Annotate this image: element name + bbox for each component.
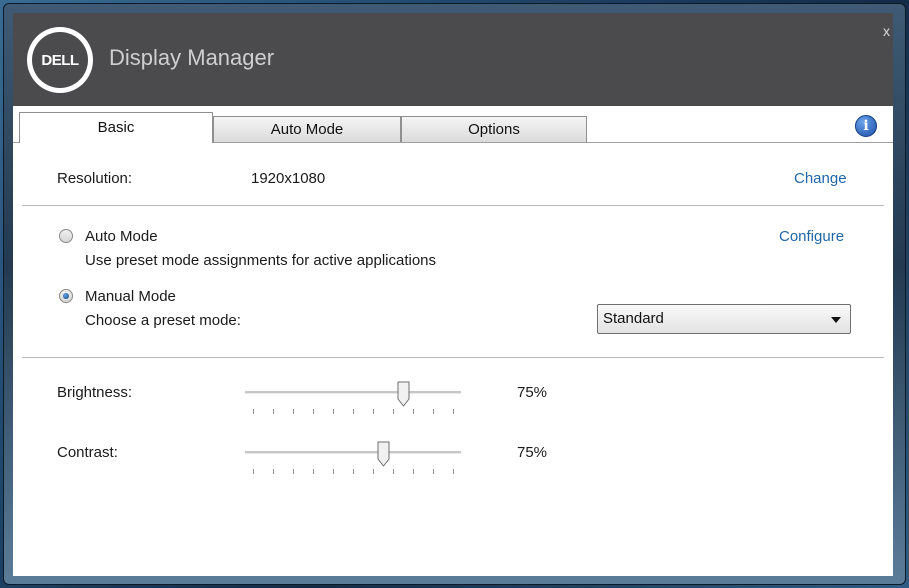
main-panel: Basic Auto Mode Options i Resolution: 19… <box>13 106 893 576</box>
slider-tick <box>413 409 414 414</box>
slider-tick <box>253 409 254 414</box>
dell-logo: DELL <box>27 27 93 93</box>
manual-mode-label[interactable]: Manual Mode <box>85 288 176 305</box>
slider-tick <box>393 409 394 414</box>
info-icon[interactable]: i <box>855 115 877 137</box>
slider-tick <box>433 469 434 474</box>
slider-track <box>245 391 461 394</box>
configure-link[interactable]: Configure <box>779 228 844 245</box>
slider-thumb[interactable] <box>397 381 410 407</box>
slider-tick <box>293 469 294 474</box>
manual-mode-radio[interactable] <box>59 289 73 303</box>
preset-mode-value: Standard <box>603 310 664 327</box>
slider-tick <box>313 469 314 474</box>
contrast-label: Contrast: <box>57 444 118 461</box>
contrast-value: 75% <box>517 444 548 461</box>
contrast-slider[interactable] <box>245 441 461 481</box>
slider-tick <box>273 469 274 474</box>
slider-tick <box>453 469 454 474</box>
tab-auto-mode[interactable]: Auto Mode <box>213 116 401 142</box>
auto-mode-radio[interactable] <box>59 229 73 243</box>
slider-track <box>245 451 461 454</box>
app-window: DELL Display Manager x Basic Auto Mode O… <box>3 3 906 585</box>
brightness-value: 75% <box>517 384 548 401</box>
resolution-value: 1920x1080 <box>251 170 326 187</box>
auto-mode-label[interactable]: Auto Mode <box>85 228 158 245</box>
auto-mode-description: Use preset mode assignments for active a… <box>85 252 437 269</box>
slider-tick <box>333 469 334 474</box>
slider-ticks <box>245 469 461 475</box>
separator <box>22 357 884 358</box>
slider-tick <box>433 409 434 414</box>
title-bar[interactable]: DELL Display Manager x <box>13 13 893 106</box>
radio-selected-dot <box>63 293 69 299</box>
slider-thumb[interactable] <box>377 441 390 467</box>
slider-tick <box>273 409 274 414</box>
slider-tick <box>453 409 454 414</box>
resolution-label: Resolution: <box>57 170 133 187</box>
window-title: Display Manager <box>109 45 275 70</box>
preset-mode-prompt: Choose a preset mode: <box>85 312 241 329</box>
brightness-label: Brightness: <box>57 384 133 401</box>
slider-tick <box>393 469 394 474</box>
slider-tick <box>413 469 414 474</box>
preset-mode-select[interactable]: Standard <box>597 304 851 334</box>
dell-logo-text: DELL <box>32 32 88 88</box>
slider-ticks <box>245 409 461 415</box>
tab-basic[interactable]: Basic <box>19 112 213 143</box>
slider-tick <box>313 409 314 414</box>
change-resolution-link[interactable]: Change <box>794 170 847 187</box>
separator <box>22 205 884 206</box>
slider-tick <box>373 409 374 414</box>
slider-tick <box>353 409 354 414</box>
brightness-slider[interactable] <box>245 381 461 421</box>
close-button[interactable]: x <box>883 23 890 39</box>
slider-tick <box>373 469 374 474</box>
slider-tick <box>293 409 294 414</box>
slider-tick <box>353 469 354 474</box>
slider-tick <box>253 469 254 474</box>
slider-tick <box>333 409 334 414</box>
dropdown-arrow-icon <box>831 317 841 323</box>
tab-options[interactable]: Options <box>401 116 587 142</box>
